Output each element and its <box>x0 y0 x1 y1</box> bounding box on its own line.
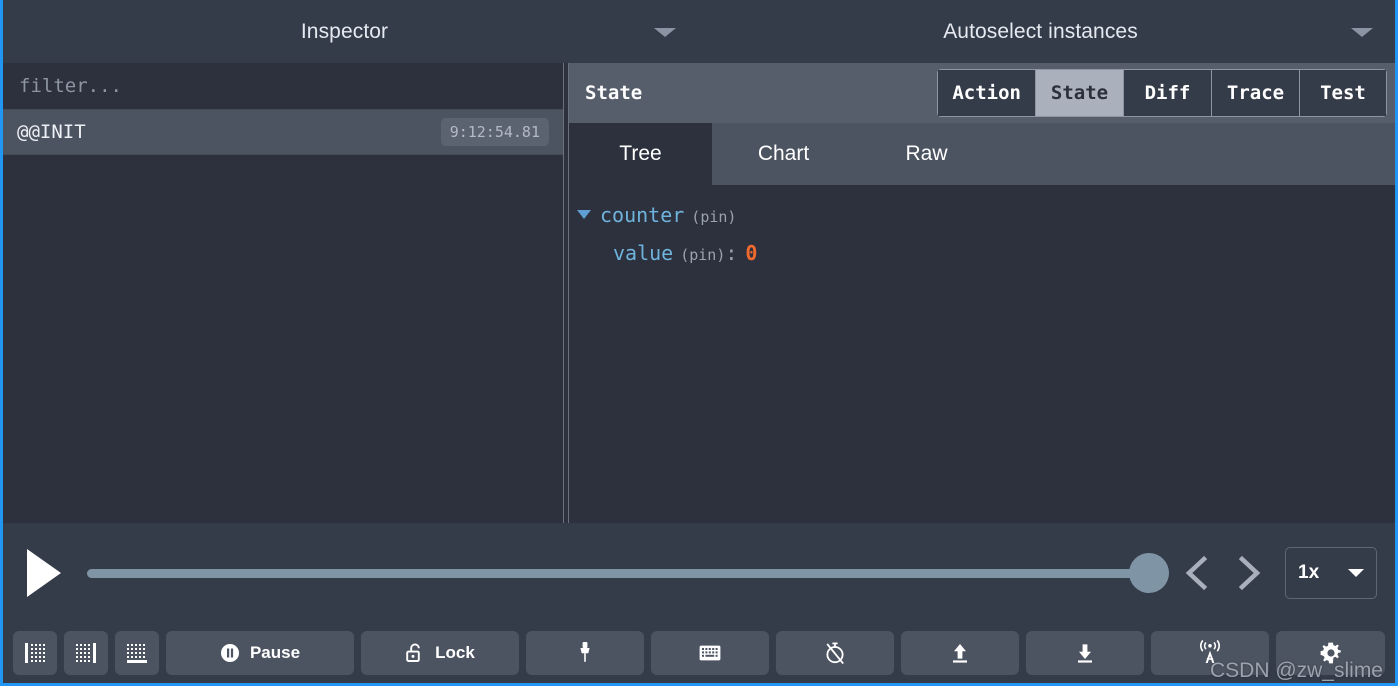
tab-chart[interactable]: Chart <box>712 123 855 185</box>
lock-button-label: Lock <box>435 643 475 663</box>
state-tree: counter (pin) value (pin) : 0 <box>569 185 1395 523</box>
action-timestamp: 9:12:54.81 <box>441 118 549 146</box>
tab-raw[interactable]: Raw <box>855 123 998 185</box>
tree-row-counter[interactable]: counter (pin) <box>577 203 1395 241</box>
tab-diff[interactable]: Diff <box>1123 69 1211 117</box>
no-timer-button[interactable] <box>776 631 894 675</box>
pause-circle-icon <box>220 643 240 663</box>
dock-left-icon <box>24 642 46 664</box>
chevron-down-icon[interactable] <box>1348 569 1364 577</box>
tree-row-value[interactable]: value (pin) : 0 <box>577 241 1395 279</box>
pause-button-label: Pause <box>250 643 300 663</box>
instances-title: Autoselect instances <box>943 20 1138 44</box>
tree-value: 0 <box>745 241 757 265</box>
chevron-down-icon[interactable] <box>654 28 676 37</box>
keyboard-button[interactable] <box>651 631 769 675</box>
bottom-toolbar: Pause Lock <box>3 623 1395 683</box>
chevron-down-icon[interactable] <box>577 210 591 219</box>
broadcast-icon <box>1198 640 1222 666</box>
remote-button[interactable] <box>1151 631 1269 675</box>
tree-key: value <box>613 241 673 265</box>
play-icon[interactable] <box>27 549 61 597</box>
monitor-toolbar: State Action State Diff Trace Test <box>569 63 1395 123</box>
action-name: @@INIT <box>17 121 441 143</box>
instances-selector[interactable]: Autoselect instances <box>686 0 1395 63</box>
pin-button[interactable] <box>526 631 644 675</box>
import-button[interactable] <box>901 631 1019 675</box>
stopwatch-off-icon <box>824 641 846 665</box>
tree-key-tag: (pin) <box>680 246 725 264</box>
chevron-down-icon[interactable] <box>1351 28 1373 37</box>
tree-key: counter <box>600 203 684 227</box>
tree-colon: : <box>725 241 737 265</box>
chevron-right-icon <box>1233 554 1267 592</box>
list-item[interactable]: @@INIT 9:12:54.81 <box>3 110 563 155</box>
export-button[interactable] <box>1026 631 1144 675</box>
dock-left-button[interactable] <box>13 631 57 675</box>
timeline-slider[interactable] <box>87 553 1169 593</box>
slider-track <box>87 569 1169 578</box>
settings-button[interactable] <box>1276 631 1385 675</box>
step-back-button[interactable] <box>1169 546 1223 600</box>
tab-test[interactable]: Test <box>1299 69 1387 117</box>
step-forward-button[interactable] <box>1223 546 1277 600</box>
action-list: @@INIT 9:12:54.81 <box>3 110 563 523</box>
playback-speed-select[interactable]: 1x <box>1285 547 1377 599</box>
lock-button[interactable]: Lock <box>361 631 519 675</box>
pause-button[interactable]: Pause <box>166 631 354 675</box>
download-icon <box>1075 642 1095 664</box>
chevron-left-icon <box>1179 554 1213 592</box>
monitor-tab-group: Action State Diff Trace Test <box>937 69 1387 117</box>
filter-input[interactable] <box>3 63 563 110</box>
tab-tree[interactable]: Tree <box>569 123 712 185</box>
tab-action[interactable]: Action <box>937 69 1035 117</box>
body: @@INIT 9:12:54.81 State Action State Dif… <box>3 63 1395 523</box>
dock-right-icon <box>75 642 97 664</box>
inspector-title: Inspector <box>301 20 388 44</box>
gear-icon <box>1319 641 1343 665</box>
dock-bottom-button[interactable] <box>115 631 159 675</box>
view-tab-group: Tree Chart Raw <box>569 123 1395 185</box>
actions-panel: @@INIT 9:12:54.81 <box>3 63 563 523</box>
dock-right-button[interactable] <box>64 631 108 675</box>
inspector-selector[interactable]: Inspector <box>3 0 686 63</box>
playback-speed-value: 1x <box>1298 562 1319 584</box>
tab-trace[interactable]: Trace <box>1211 69 1299 117</box>
lock-open-icon <box>405 642 425 664</box>
devtools-window: Inspector Autoselect instances @@INIT 9:… <box>0 0 1398 686</box>
tab-state[interactable]: State <box>1035 69 1123 117</box>
dock-bottom-icon <box>126 642 148 664</box>
upload-icon <box>950 642 970 664</box>
keyboard-icon <box>699 645 721 661</box>
monitor-title: State <box>585 82 937 104</box>
pin-icon <box>575 641 595 665</box>
tree-key-tag: (pin) <box>691 208 736 226</box>
monitor-panel: State Action State Diff Trace Test Tree … <box>569 63 1395 523</box>
slider-thumb[interactable] <box>1129 553 1169 593</box>
top-header: Inspector Autoselect instances <box>3 0 1395 63</box>
time-travel-player: 1x <box>3 523 1395 623</box>
